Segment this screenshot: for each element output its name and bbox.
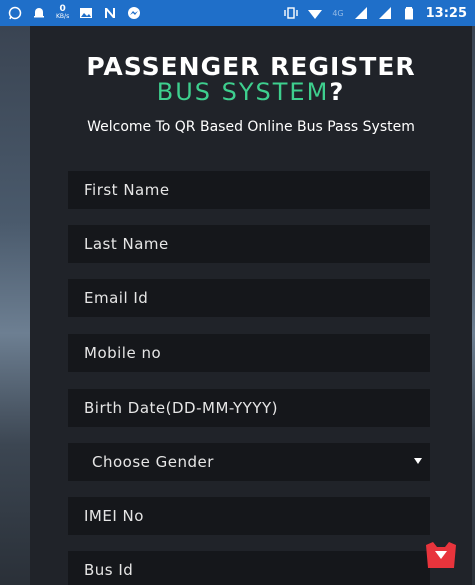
gender-select[interactable]: Choose Gender xyxy=(68,443,430,481)
mobile-field[interactable]: Mobile no xyxy=(68,334,430,372)
welcome-text: Welcome To QR Based Online Bus Pass Syst… xyxy=(87,119,415,135)
gallery-icon xyxy=(80,8,93,18)
imei-field[interactable]: IMEI No xyxy=(68,497,430,535)
floating-badge-icon[interactable] xyxy=(424,541,458,571)
gender-select-value: Choose Gender xyxy=(92,453,214,471)
signal-icon xyxy=(354,7,367,19)
email-field[interactable]: Email Id xyxy=(68,279,430,317)
chevron-down-icon xyxy=(414,458,422,464)
data-speed-unit: KB/s xyxy=(56,13,70,20)
last-name-field[interactable]: Last Name xyxy=(68,225,430,263)
messenger-icon xyxy=(128,7,141,19)
vibrate-icon xyxy=(284,7,299,19)
whatsapp-icon xyxy=(8,6,22,20)
data-speed-value: 0 xyxy=(59,4,66,14)
title-suffix: ? xyxy=(329,78,346,106)
n-app-icon xyxy=(105,8,116,18)
background-left xyxy=(0,26,30,585)
birth-date-field[interactable]: Birth Date(DD-MM-YYYY) xyxy=(68,389,430,427)
page-subtitle-title: BUS SYSTEM? xyxy=(30,78,472,106)
page-title: PASSENGER REGISTER xyxy=(86,52,416,81)
battery-icon xyxy=(404,7,413,20)
status-right-icons: 4G 13:25 xyxy=(284,6,467,21)
data-speed-icon: 0 KB/s xyxy=(56,5,69,21)
network-type-label: 4G xyxy=(332,8,344,18)
status-time: 13:25 xyxy=(425,5,467,21)
bus-id-field[interactable]: Bus Id xyxy=(68,551,430,585)
status-left-icons: 0 KB/s xyxy=(8,5,141,21)
signal-icon xyxy=(378,7,391,19)
title-accent: BUS SYSTEM xyxy=(156,78,330,106)
notification-bell-icon xyxy=(34,8,44,18)
first-name-field[interactable]: First Name xyxy=(68,171,430,209)
status-bar: 0 KB/s 4G 13:25 xyxy=(0,0,475,26)
wifi-icon xyxy=(308,10,323,19)
register-panel: PASSENGER REGISTER BUS SYSTEM? Welcome T… xyxy=(30,26,472,585)
